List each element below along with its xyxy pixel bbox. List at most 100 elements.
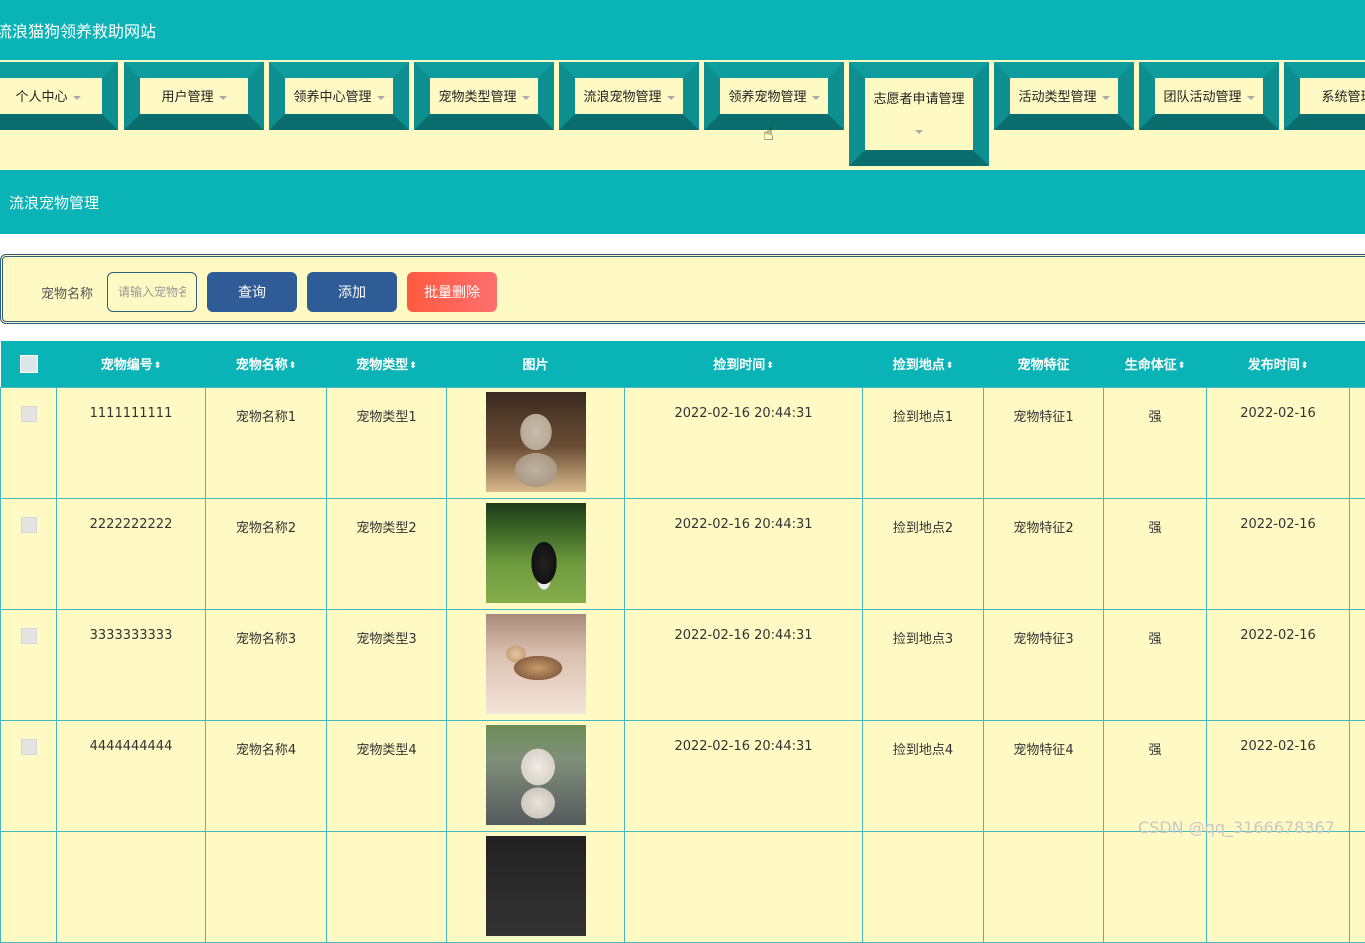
header-publish-time[interactable]: 发布时间⬍ [1207, 341, 1350, 387]
search-label: 宠物名称 [41, 283, 93, 302]
nav-item-label: 流浪宠物管理 [583, 90, 661, 105]
publish-date-cell: 2022-02-16 [1207, 498, 1350, 609]
vital-sign-cell: 强 [1104, 387, 1207, 498]
header-pet-feature: 宠物特征 [984, 341, 1104, 387]
pet-feature-cell: 宠物特征3 [984, 609, 1104, 720]
batch-delete-button[interactable]: 批量删除 [407, 272, 497, 312]
row-select-cell [1, 387, 57, 498]
row-select-cell [1, 609, 57, 720]
nav-item-adopt-pet[interactable]: 领养宠物管理 [704, 62, 844, 130]
nav-item-personal-center[interactable]: 个人中心 [0, 62, 118, 130]
sort-icon[interactable]: ⬍ [154, 361, 162, 371]
watermark: CSDN @qq_3166678367 [1138, 818, 1335, 837]
sort-icon[interactable]: ⬍ [946, 361, 954, 371]
add-button[interactable]: 添加 [307, 272, 397, 312]
pet-table: 宠物编号⬍ 宠物名称⬍ 宠物类型⬍ 图片 捡到时间⬍ 捡到地点⬍ 宠物特征 生命… [0, 341, 1365, 943]
nav-item-label: 领养中心管理 [293, 90, 371, 105]
caret-down-icon [812, 96, 820, 100]
select-all-checkbox[interactable] [20, 355, 38, 373]
hand-cursor-icon: ☝ [763, 124, 774, 145]
nav-item-stray-pet[interactable]: 流浪宠物管理 [559, 62, 699, 130]
header-vital-sign[interactable]: 生命体征⬍ [1104, 341, 1207, 387]
row-checkbox[interactable] [21, 739, 37, 755]
kitten-photo[interactable] [486, 392, 586, 492]
pet-type-cell: 宠物类型4 [327, 720, 447, 831]
header-select-all[interactable] [1, 341, 57, 387]
row-checkbox[interactable] [21, 517, 37, 533]
extra-cell [1350, 387, 1365, 498]
publish-date-cell: 2022-02-16 [1207, 720, 1350, 831]
pet-image-cell [447, 609, 625, 720]
page-title: 流浪宠物管理 [9, 192, 99, 213]
row-checkbox[interactable] [21, 406, 37, 422]
pet-name-cell: 宠物名称4 [206, 720, 327, 831]
table-row: 1111111111 宠物名称1 宠物类型1 2022-02-16 20:44:… [1, 387, 1365, 498]
found-time-cell [625, 831, 863, 942]
query-button[interactable]: 查询 [207, 272, 297, 312]
pet-image-cell [447, 498, 625, 609]
nav-item-team-activity[interactable]: 团队活动管理 [1139, 62, 1279, 130]
header-image: 图片 [447, 341, 625, 387]
header-found-time[interactable]: 捡到时间⬍ [625, 341, 863, 387]
nav-item-user-management[interactable]: 用户管理 [124, 62, 264, 130]
pet-feature-cell: 宠物特征1 [984, 387, 1104, 498]
found-place-cell: 捡到地点3 [863, 609, 984, 720]
header-pet-id[interactable]: 宠物编号⬍ [57, 341, 206, 387]
pet-feature-cell: 宠物特征4 [984, 720, 1104, 831]
found-place-cell: 捡到地点1 [863, 387, 984, 498]
found-time-cell: 2022-02-16 20:44:31 [625, 720, 863, 831]
nav-item-label: 系统管理 [1321, 90, 1365, 105]
top-header: 流浪猫狗领养救助网站 [0, 0, 1365, 60]
sort-icon[interactable]: ⬍ [1178, 361, 1186, 371]
header-pet-name[interactable]: 宠物名称⬍ [206, 341, 327, 387]
caret-down-icon [73, 96, 81, 100]
row-select-cell [1, 720, 57, 831]
nav-item-adoption-center[interactable]: 领养中心管理 [269, 62, 409, 130]
table-header-row: 宠物编号⬍ 宠物名称⬍ 宠物类型⬍ 图片 捡到时间⬍ 捡到地点⬍ 宠物特征 生命… [1, 341, 1365, 387]
nav-item-volunteer-application[interactable]: 志愿者申请管理 [849, 62, 989, 166]
nav-item-system[interactable]: 系统管理 [1284, 62, 1365, 130]
nav-item-activity-type[interactable]: 活动类型管理 [994, 62, 1134, 130]
header-extra [1350, 341, 1365, 387]
pet-id-cell: 3333333333 [57, 609, 206, 720]
search-panel: 宠物名称 查询 添加 批量删除 [0, 254, 1365, 324]
sort-icon[interactable]: ⬍ [289, 361, 297, 371]
pet-feature-cell [984, 831, 1104, 942]
caret-down-icon [377, 96, 385, 100]
pet-image-cell [447, 720, 625, 831]
found-time-cell: 2022-02-16 20:44:31 [625, 609, 863, 720]
search-input[interactable] [107, 272, 197, 312]
found-place-cell: 捡到地点2 [863, 498, 984, 609]
nav-item-label: 活动类型管理 [1018, 90, 1096, 105]
caret-down-icon [1247, 96, 1255, 100]
header-pet-type[interactable]: 宠物类型⬍ [327, 341, 447, 387]
vital-sign-cell: 强 [1104, 720, 1207, 831]
bulldog-photo[interactable] [486, 725, 586, 825]
nav-item-label: 领养宠物管理 [728, 90, 806, 105]
sort-icon[interactable]: ⬍ [766, 361, 774, 371]
extra-cell [1350, 498, 1365, 609]
pet-name-cell: 宠物名称1 [206, 387, 327, 498]
nav-item-pet-type[interactable]: 宠物类型管理 [414, 62, 554, 130]
publish-date-cell: 2022-02-16 [1207, 387, 1350, 498]
header-found-place[interactable]: 捡到地点⬍ [863, 341, 984, 387]
table-row: 4444444444 宠物名称4 宠物类型4 2022-02-16 20:44:… [1, 720, 1365, 831]
pet-image-cell [447, 831, 625, 942]
pet-type-cell: 宠物类型3 [327, 609, 447, 720]
pet-feature-cell: 宠物特征2 [984, 498, 1104, 609]
pet-id-cell: 2222222222 [57, 498, 206, 609]
extra-cell [1350, 720, 1365, 831]
found-time-cell: 2022-02-16 20:44:31 [625, 498, 863, 609]
sort-icon[interactable]: ⬍ [409, 361, 417, 371]
border-collie-photo[interactable] [486, 503, 586, 603]
vital-sign-cell [1104, 831, 1207, 942]
vital-sign-cell: 强 [1104, 498, 1207, 609]
dark-photo[interactable] [486, 836, 586, 936]
nav-item-label: 志愿者申请管理 [873, 92, 964, 107]
publish-date-cell: 2022-02-16 [1207, 609, 1350, 720]
lying-cat-photo[interactable] [486, 614, 586, 714]
sort-icon[interactable]: ⬍ [1301, 361, 1309, 371]
caret-down-icon [915, 130, 923, 134]
row-checkbox[interactable] [21, 628, 37, 644]
row-select-cell [1, 498, 57, 609]
